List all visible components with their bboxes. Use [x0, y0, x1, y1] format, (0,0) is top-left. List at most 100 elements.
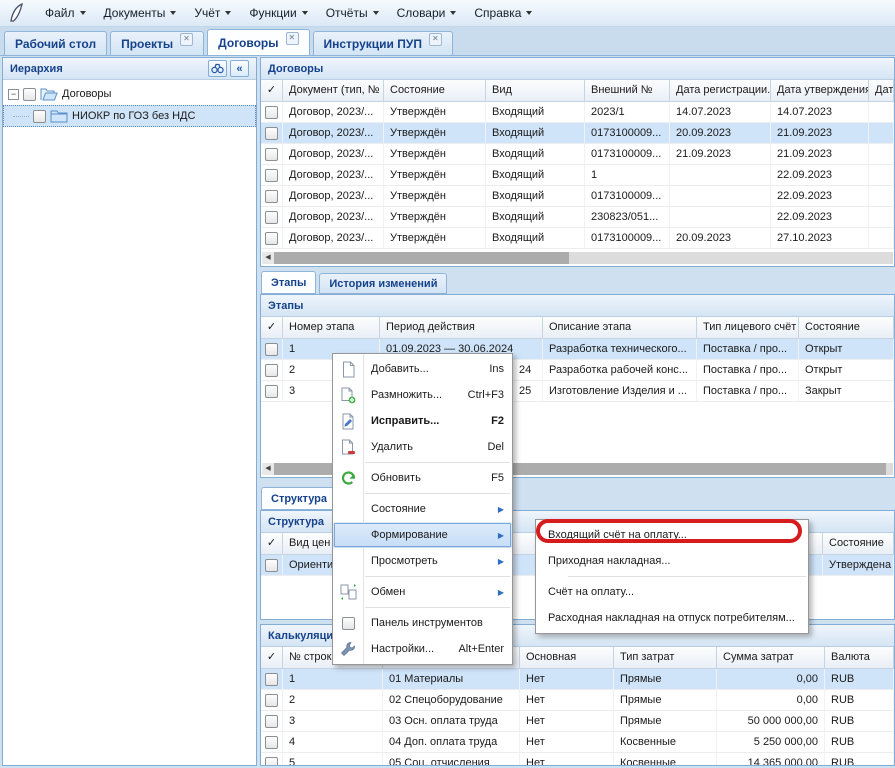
table-cell: 02 Спецоборудование	[383, 690, 520, 711]
row-checkbox[interactable]	[265, 232, 278, 245]
tab-stages[interactable]: Этапы	[261, 271, 316, 294]
row-checkbox[interactable]	[265, 106, 278, 119]
menubar-item-2[interactable]: Документы	[95, 2, 186, 24]
submenu-item-приходная-накладная[interactable]: Приходная накладная...	[536, 548, 808, 574]
row-checkbox[interactable]	[265, 559, 278, 572]
row-checkbox[interactable]	[265, 715, 278, 728]
column-header[interactable]: Дата	[869, 80, 894, 102]
menubar-item-5[interactable]: Отчёты	[317, 2, 388, 24]
row-checkbox[interactable]	[265, 385, 278, 398]
table-cell: Утверждён	[384, 144, 486, 165]
menubar-item-4[interactable]: Функции	[240, 2, 316, 24]
menu-item-обновить[interactable]: ОбновитьF5	[333, 465, 512, 491]
table-cell: Утверждён	[384, 186, 486, 207]
menu-item-удалить[interactable]: УдалитьDel	[333, 434, 512, 460]
tree-item[interactable]: −Договоры	[3, 83, 256, 105]
exchange-icon	[339, 583, 357, 601]
column-header[interactable]: Состояние	[384, 80, 486, 102]
row-checkbox[interactable]	[265, 190, 278, 203]
column-header[interactable]: Период действия	[380, 317, 543, 339]
row-checkbox[interactable]	[265, 736, 278, 749]
stages-column-headers: ✓Номер этапаПериод действияОписание этап…	[261, 317, 894, 339]
row-checkbox-cell	[261, 360, 283, 381]
column-header[interactable]: Тип лицевого счёт	[697, 317, 799, 339]
column-header[interactable]: ✓	[261, 80, 283, 102]
menu-item-размножить[interactable]: Размножить...Ctrl+F3	[333, 382, 512, 408]
close-tab-icon[interactable]	[286, 32, 299, 45]
collapse-panel-icon[interactable]: «	[230, 60, 249, 77]
menu-item-просмотреть[interactable]: Просмотреть▶	[333, 548, 512, 574]
main-tab-рабочий-стол[interactable]: Рабочий стол	[4, 31, 107, 55]
column-header[interactable]: Дата регистрации.	[670, 80, 771, 102]
row-checkbox[interactable]	[265, 127, 278, 140]
table-row[interactable]: 101 МатериалыНетПрямые0,00RUB	[261, 669, 894, 690]
menubar-item-3[interactable]: Учёт	[185, 2, 240, 24]
scroll-thumb[interactable]	[274, 252, 569, 264]
column-header[interactable]: Сумма затрат	[717, 647, 825, 669]
menubar-item-1[interactable]: Файл	[36, 2, 95, 24]
table-row[interactable]: Договор, 2023/...УтверждёнВходящий2023/1…	[261, 102, 894, 123]
column-header[interactable]: ✓	[261, 533, 283, 555]
submenu-item-расходная-накладная-на-отпуск-потребителям[interactable]: Расходная накладная на отпуск потребител…	[536, 605, 808, 631]
tree-item[interactable]: НИОКР по ГОЗ без НДС	[3, 105, 256, 127]
menubar-item-6[interactable]: Словари	[388, 2, 466, 24]
column-header[interactable]: Состояние	[823, 533, 894, 555]
column-header[interactable]: Состояние	[799, 317, 894, 339]
menubar-item-7[interactable]: Справка	[465, 2, 541, 24]
scroll-left-icon[interactable]: ◀	[262, 463, 274, 475]
column-header[interactable]: Вид	[486, 80, 585, 102]
menu-item-обмен[interactable]: Обмен▶	[333, 579, 512, 605]
menu-item-формирование[interactable]: Формирование▶	[333, 522, 512, 548]
scroll-left-icon[interactable]: ◀	[262, 252, 274, 264]
menu-item-добавить[interactable]: Добавить...Ins	[333, 356, 512, 382]
table-row[interactable]: 505 Соц. отчисленияНетКосвенные14 365 00…	[261, 753, 894, 766]
table-row[interactable]: Договор, 2023/...УтверждёнВходящий122.09…	[261, 165, 894, 186]
menu-item-панель-инструментов[interactable]: Панель инструментов	[333, 610, 512, 636]
tab-label: История изменений	[329, 278, 437, 290]
table-row[interactable]: Договор, 2023/...УтверждёнВходящий017310…	[261, 186, 894, 207]
table-cell: Утверждён	[384, 165, 486, 186]
column-header[interactable]: ✓	[261, 317, 283, 339]
table-row[interactable]: Договор, 2023/...УтверждёнВходящий017310…	[261, 123, 894, 144]
close-tab-icon[interactable]	[429, 33, 442, 46]
column-header[interactable]: Валюта	[825, 647, 894, 669]
tree-item-checkbox[interactable]	[33, 110, 46, 123]
column-header[interactable]: ✓	[261, 647, 283, 669]
tree-expander-icon[interactable]: −	[8, 89, 19, 100]
contracts-hscrollbar[interactable]: ◀	[262, 252, 893, 264]
main-tab-проекты[interactable]: Проекты	[110, 31, 204, 55]
menu-item-исправить[interactable]: Исправить...F2	[333, 408, 512, 434]
column-header[interactable]: Тип затрат	[614, 647, 717, 669]
column-header[interactable]: Основная	[520, 647, 614, 669]
row-checkbox[interactable]	[265, 148, 278, 161]
row-checkbox[interactable]	[265, 211, 278, 224]
binoculars-icon[interactable]	[208, 60, 227, 77]
row-checkbox[interactable]	[265, 694, 278, 707]
column-header[interactable]: Внешний №	[585, 80, 670, 102]
column-header[interactable]: Дата утверждения	[771, 80, 869, 102]
row-checkbox-cell	[261, 165, 283, 186]
table-row[interactable]: Договор, 2023/...УтверждёнВходящий230823…	[261, 207, 894, 228]
menu-item-состояние[interactable]: Состояние▶	[333, 496, 512, 522]
tree-item-checkbox[interactable]	[23, 88, 36, 101]
menu-item-настройки[interactable]: Настройки...Alt+Enter	[333, 636, 512, 662]
column-header[interactable]: Описание этапа	[543, 317, 697, 339]
column-header[interactable]: Номер этапа	[283, 317, 380, 339]
tab-structure[interactable]: Структура	[261, 487, 337, 510]
main-tab-договоры[interactable]: Договоры	[207, 29, 309, 55]
table-row[interactable]: Договор, 2023/...УтверждёнВходящий017310…	[261, 228, 894, 249]
row-checkbox[interactable]	[265, 364, 278, 377]
table-row[interactable]: Договор, 2023/...УтверждёнВходящий017310…	[261, 144, 894, 165]
close-tab-icon[interactable]	[180, 33, 193, 46]
table-row[interactable]: 303 Осн. оплата трудаНетПрямые50 000 000…	[261, 711, 894, 732]
submenu-item-счёт-на-оплату[interactable]: Счёт на оплату...	[536, 579, 808, 605]
main-tab-инструкции-пуп[interactable]: Инструкции ПУП	[313, 31, 453, 55]
row-checkbox[interactable]	[265, 343, 278, 356]
row-checkbox[interactable]	[265, 673, 278, 686]
column-header[interactable]: Документ (тип, №	[283, 80, 384, 102]
row-checkbox[interactable]	[265, 169, 278, 182]
tab-history[interactable]: История изменений	[319, 273, 447, 294]
table-row[interactable]: 404 Доп. оплата трудаНетКосвенные5 250 0…	[261, 732, 894, 753]
table-row[interactable]: 202 СпецоборудованиеНетПрямые0,00RUB	[261, 690, 894, 711]
row-checkbox[interactable]	[265, 757, 278, 767]
